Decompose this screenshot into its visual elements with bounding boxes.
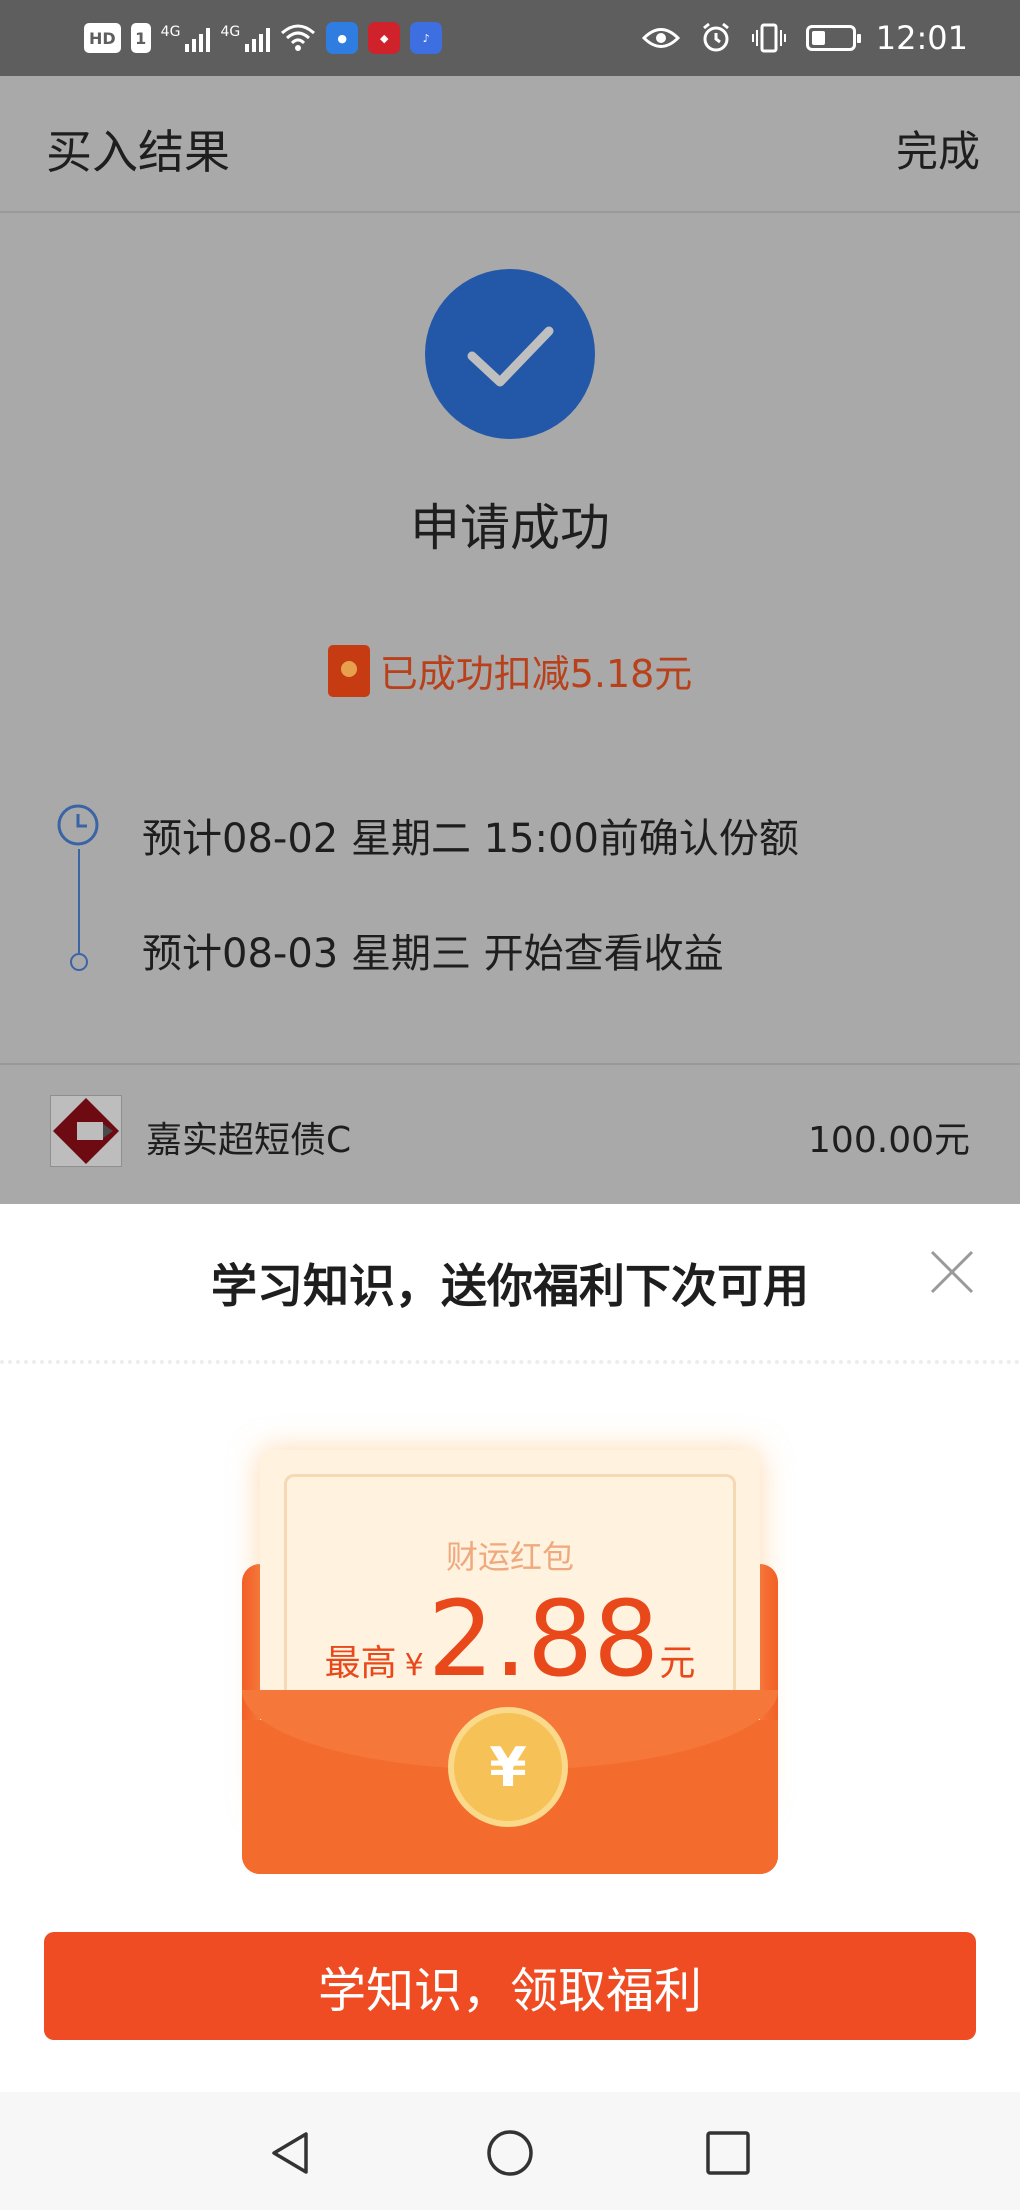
battery-icon: [805, 25, 861, 51]
result-page-overlay: 买入结果 完成 申请成功 已成功扣减5.18元 预计08-02 星期二 15:0…: [0, 76, 1020, 1204]
signal-label: 4G: [220, 24, 241, 40]
timeline-dot: [70, 953, 88, 971]
signal-label: 4G: [160, 24, 181, 40]
wifi-icon: [281, 24, 316, 51]
navigation-bar: [0, 2092, 1020, 2210]
close-icon[interactable]: [924, 1244, 980, 1300]
fund-row[interactable]: 嘉实超短债C 100.00元: [0, 1063, 1020, 1206]
page: HD 1 4G 4G ● ◆ ♪ 12:01 买入结果 完成 申请成功 已成功扣…: [0, 0, 1020, 2210]
status-right: 12:01: [641, 18, 968, 58]
done-button[interactable]: 完成: [896, 118, 980, 179]
clock: 12:01: [875, 19, 968, 57]
battery-level: [811, 31, 825, 45]
status-title: 申请成功: [410, 499, 610, 557]
header: 买入结果 完成: [0, 76, 1020, 213]
vibrate-icon: [751, 23, 786, 53]
hd-icon: HD: [84, 23, 121, 53]
app-notification-icon: ●: [326, 22, 359, 54]
red-envelope[interactable]: 财运红包 最高 ¥ 2.88 元 ¥: [240, 1440, 780, 1890]
home-icon[interactable]: [485, 2128, 535, 2178]
sim-icon: 1: [130, 23, 151, 53]
fund-logo: [50, 1095, 122, 1167]
signal-icon: 4G: [220, 24, 271, 52]
timeline-line: [78, 849, 80, 953]
alarm-icon: [702, 22, 729, 52]
claim-reward-button[interactable]: 学知识，领取福利: [44, 1932, 976, 2040]
reward-bottom-sheet: 学习知识，送你福利下次可用 财运红包 最高 ¥ 2.88 元 ¥ 学知识，领取福…: [0, 1204, 1020, 2092]
success-check-icon: [425, 269, 595, 439]
recent-apps-icon[interactable]: [703, 2128, 753, 2178]
yuan-coin-icon: ¥: [454, 1713, 562, 1821]
envelope-amount: 最高 ¥ 2.88 元: [260, 1578, 760, 1700]
page-title: 买入结果: [46, 125, 230, 179]
app-notification-icon: ◆: [368, 22, 401, 54]
timeline-item: 预计08-03 星期三 开始查看收益: [142, 931, 724, 977]
amount-prefix: 最高: [324, 1643, 397, 1684]
fund-amount: 100.00元: [808, 1120, 970, 1161]
currency-symbol: ¥: [404, 1648, 424, 1683]
music-icon: ♪: [410, 22, 443, 54]
back-icon[interactable]: [266, 2128, 316, 2178]
fund-name: 嘉实超短债C: [146, 1120, 352, 1161]
clock-icon: [57, 804, 99, 846]
eye-icon: [641, 28, 680, 48]
sheet-title: 学习知识，送你福利下次可用: [211, 1259, 809, 1313]
deduction-text: 已成功扣减5.18元: [379, 652, 693, 696]
envelope-label: 财运红包: [445, 1538, 574, 1576]
status-bar: HD 1 4G 4G ● ◆ ♪ 12:01: [0, 0, 1020, 76]
coin-symbol: ¥: [489, 1735, 527, 1799]
timeline-item: 预计08-02 星期二 15:00前确认份额: [142, 816, 799, 862]
signal-icon: 4G: [161, 24, 211, 52]
amount-value: 2.88: [427, 1578, 660, 1700]
deduction-notice: 已成功扣减5.18元: [0, 643, 1020, 698]
divider: [0, 1360, 1020, 1364]
amount-unit: 元: [659, 1643, 696, 1684]
status-left: HD 1 4G 4G ● ◆ ♪: [84, 18, 443, 58]
red-packet-icon: [327, 644, 370, 697]
